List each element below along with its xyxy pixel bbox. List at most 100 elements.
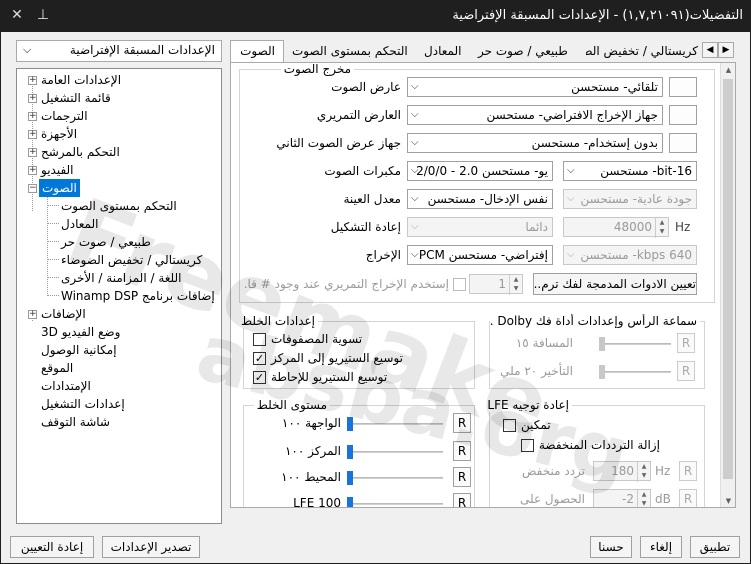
tree-expand-icon[interactable]: +: [28, 166, 37, 175]
renderer-combobox[interactable]: تلقائي- مستحسن ⌵: [407, 77, 663, 97]
stereo-surround-checkbox[interactable]: ✓: [253, 371, 266, 384]
tab-scroll-right-icon[interactable]: ▶: [718, 42, 734, 58]
tree-expand-icon[interactable]: +: [28, 148, 37, 157]
speakers-combobox[interactable]: يو- مستحسن 2.0 - 2/0/0 ⌵: [407, 161, 553, 181]
tree-item-accessibility[interactable]: إمكانية الوصول: [41, 341, 117, 359]
tab-equalizer[interactable]: المعادل: [424, 42, 461, 62]
tree-item-subtitles[interactable]: الترجمات: [41, 107, 88, 125]
sample-rate-combobox[interactable]: نفس الإدخال- مستحسن ⌵: [407, 189, 553, 209]
tab-scroll-left-icon[interactable]: ◀: [702, 42, 718, 58]
quality-combobox[interactable]: جودة عادية- مستحسن ⌵: [563, 189, 697, 209]
panel-scrollbar[interactable]: ▲ ▼: [720, 63, 735, 507]
delay-slider-track[interactable]: [599, 371, 671, 373]
lfe-level-slider-track[interactable]: [347, 503, 443, 505]
spin-arrows-icon[interactable]: ▲ ▼: [509, 275, 522, 295]
tree-expand-icon[interactable]: +: [28, 112, 37, 121]
resample-hz-input[interactable]: 48000 ▲ ▼: [563, 217, 669, 238]
reset-button[interactable]: إعادة التعيين: [10, 536, 94, 558]
center-level-slider-track[interactable]: [347, 451, 443, 453]
surround-level-reset-button[interactable]: R: [453, 467, 471, 487]
use-pass-count-input[interactable]: 1 ▲ ▼: [469, 274, 523, 295]
resample-combobox[interactable]: دائما ⌵: [407, 217, 553, 237]
front-level-slider-thumb[interactable]: [347, 417, 353, 431]
lowfreq-reset-button[interactable]: R: [679, 461, 697, 481]
spin-arrows-icon[interactable]: ▲ ▼: [637, 462, 650, 482]
lfe-level-reset-button[interactable]: R: [453, 493, 471, 507]
tree-item-language-sync[interactable]: اللغة / المزامنة / الأخرى: [61, 269, 182, 287]
tree-item-devices[interactable]: الأجهزة: [41, 125, 77, 143]
scroll-down-icon[interactable]: ▼: [721, 494, 735, 507]
tree-item-video[interactable]: الفيديو: [41, 161, 74, 179]
tree-item-crystal-noise[interactable]: كريستالي / تخفيض الضوضاء: [61, 251, 202, 269]
pass-renderer-label: العارض التمريري: [316, 108, 401, 122]
tree-item-playback[interactable]: إعدادات التشغيل: [41, 395, 125, 413]
center-level-reset-button[interactable]: R: [453, 441, 471, 461]
pin-icon[interactable]: ⊥: [34, 6, 52, 24]
tree-expand-icon[interactable]: +: [28, 130, 37, 139]
tab-natural-sound[interactable]: طبيعي / صوت حر: [478, 42, 568, 62]
cancel-button[interactable]: إلغاء: [640, 536, 682, 558]
renderer-settings-button[interactable]: [669, 77, 697, 97]
lfe-enable-checkbox[interactable]: [503, 419, 516, 432]
apply-button[interactable]: تطبيق: [690, 536, 740, 558]
ok-button[interactable]: حسنا: [590, 536, 632, 558]
pass-renderer-combobox[interactable]: جهاز الإخراج الافتراضي- مستحسن ⌵: [407, 105, 663, 125]
chevron-down-icon: ⌵: [567, 193, 575, 204]
front-level-slider-track[interactable]: [347, 423, 443, 425]
lfe-level-slider-thumb[interactable]: [347, 497, 353, 507]
tree-item-playlist[interactable]: قائمة التشغيل: [41, 89, 111, 107]
preset-combobox[interactable]: الإعدادات المسبقة الإفتراضية ⌵: [16, 40, 222, 62]
settings-tree[interactable]: + الإعدادات العامة + قائمة التشغيل + الت…: [16, 68, 222, 524]
gain-reset-button[interactable]: R: [679, 489, 697, 507]
bitrate-combobox[interactable]: 640 kbps- مستحسن ⌵: [563, 245, 697, 265]
close-icon[interactable]: ✕: [8, 6, 26, 24]
bit-depth-combobox[interactable]: 16-bit- مستحسن ⌵: [563, 161, 697, 181]
tree-item-natural-sound[interactable]: طبيعي / صوت حر: [61, 233, 151, 251]
tree-item-screensaver[interactable]: شاشة التوقف: [41, 413, 110, 431]
stereo-center-checkbox[interactable]: ✓: [253, 352, 266, 365]
second-renderer-settings-button[interactable]: [669, 133, 697, 153]
output-combobox[interactable]: إفتراضي- مستحسن PCM ⌵: [407, 245, 553, 265]
tree-item-3d-video[interactable]: وضع الفيديو 3D: [41, 323, 120, 341]
scroll-up-icon[interactable]: ▲: [721, 63, 735, 78]
front-level-reset-button[interactable]: R: [453, 413, 471, 433]
tab-volume-control[interactable]: التحكم بمستوى الصوت: [292, 42, 408, 62]
tree-item-filter-control[interactable]: التحكم بالمرشح: [41, 143, 120, 161]
distance-reset-button[interactable]: R: [677, 333, 695, 353]
surround-level-slider-track[interactable]: [347, 477, 443, 479]
gain-input[interactable]: -2 ▲ ▼: [593, 489, 651, 507]
tree-item-winamp-dsp[interactable]: إضافات برنامج Winamp DSP: [61, 287, 215, 305]
distance-slider-thumb[interactable]: [599, 337, 605, 351]
tree-item-volume-control[interactable]: التحكم بمستوى الصوت: [61, 197, 177, 215]
spin-arrows-icon[interactable]: ▲ ▼: [655, 218, 668, 238]
scroll-thumb[interactable]: [723, 79, 733, 479]
tree-expand-icon[interactable]: +: [28, 310, 37, 319]
surround-level-slider-thumb[interactable]: [347, 471, 353, 485]
tree-collapse-icon[interactable]: −: [28, 184, 37, 193]
tree-item-location[interactable]: الموقع: [41, 359, 73, 377]
tree-item-extensions[interactable]: الإمتدادات: [41, 377, 91, 395]
delay-reset-button[interactable]: R: [677, 361, 695, 381]
pass-renderer-settings-button[interactable]: [669, 105, 697, 125]
tree-item-equalizer[interactable]: المعادل: [61, 215, 98, 233]
tree-expand-icon[interactable]: +: [28, 94, 37, 103]
tree-item-plugins[interactable]: الإضافات: [41, 305, 86, 323]
builtin-decoders-button[interactable]: تعيين الادوات المدمجة لفك ترم...: [533, 273, 697, 295]
matrix-checkbox[interactable]: [253, 333, 266, 346]
tree-item-general[interactable]: الإعدادات العامة: [41, 71, 121, 89]
tree-expand-icon[interactable]: +: [28, 76, 37, 85]
second-renderer-combobox[interactable]: بدون إستخدام- مستحسن ⌵: [407, 133, 663, 153]
distance-slider-track[interactable]: [599, 343, 671, 345]
delay-slider-thumb[interactable]: [599, 365, 605, 379]
use-pass-checkbox[interactable]: [453, 278, 466, 291]
tree-item-audio[interactable]: الصوت: [39, 179, 80, 197]
tree-guide: [47, 205, 59, 206]
spin-arrows-icon[interactable]: ▲ ▼: [637, 490, 650, 507]
tab-audio[interactable]: الصوت: [230, 40, 284, 63]
center-level-slider-thumb[interactable]: [347, 445, 353, 459]
lowpass-checkbox[interactable]: [521, 439, 534, 452]
tab-crystal-noise[interactable]: كريستالي / تخفيض الضوضاء: [586, 42, 698, 62]
lowfreq-input[interactable]: 180 ▲ ▼: [593, 461, 651, 482]
export-settings-button[interactable]: تصدير الإعدادات: [102, 536, 200, 558]
chevron-down-icon: ⌵: [567, 165, 575, 176]
